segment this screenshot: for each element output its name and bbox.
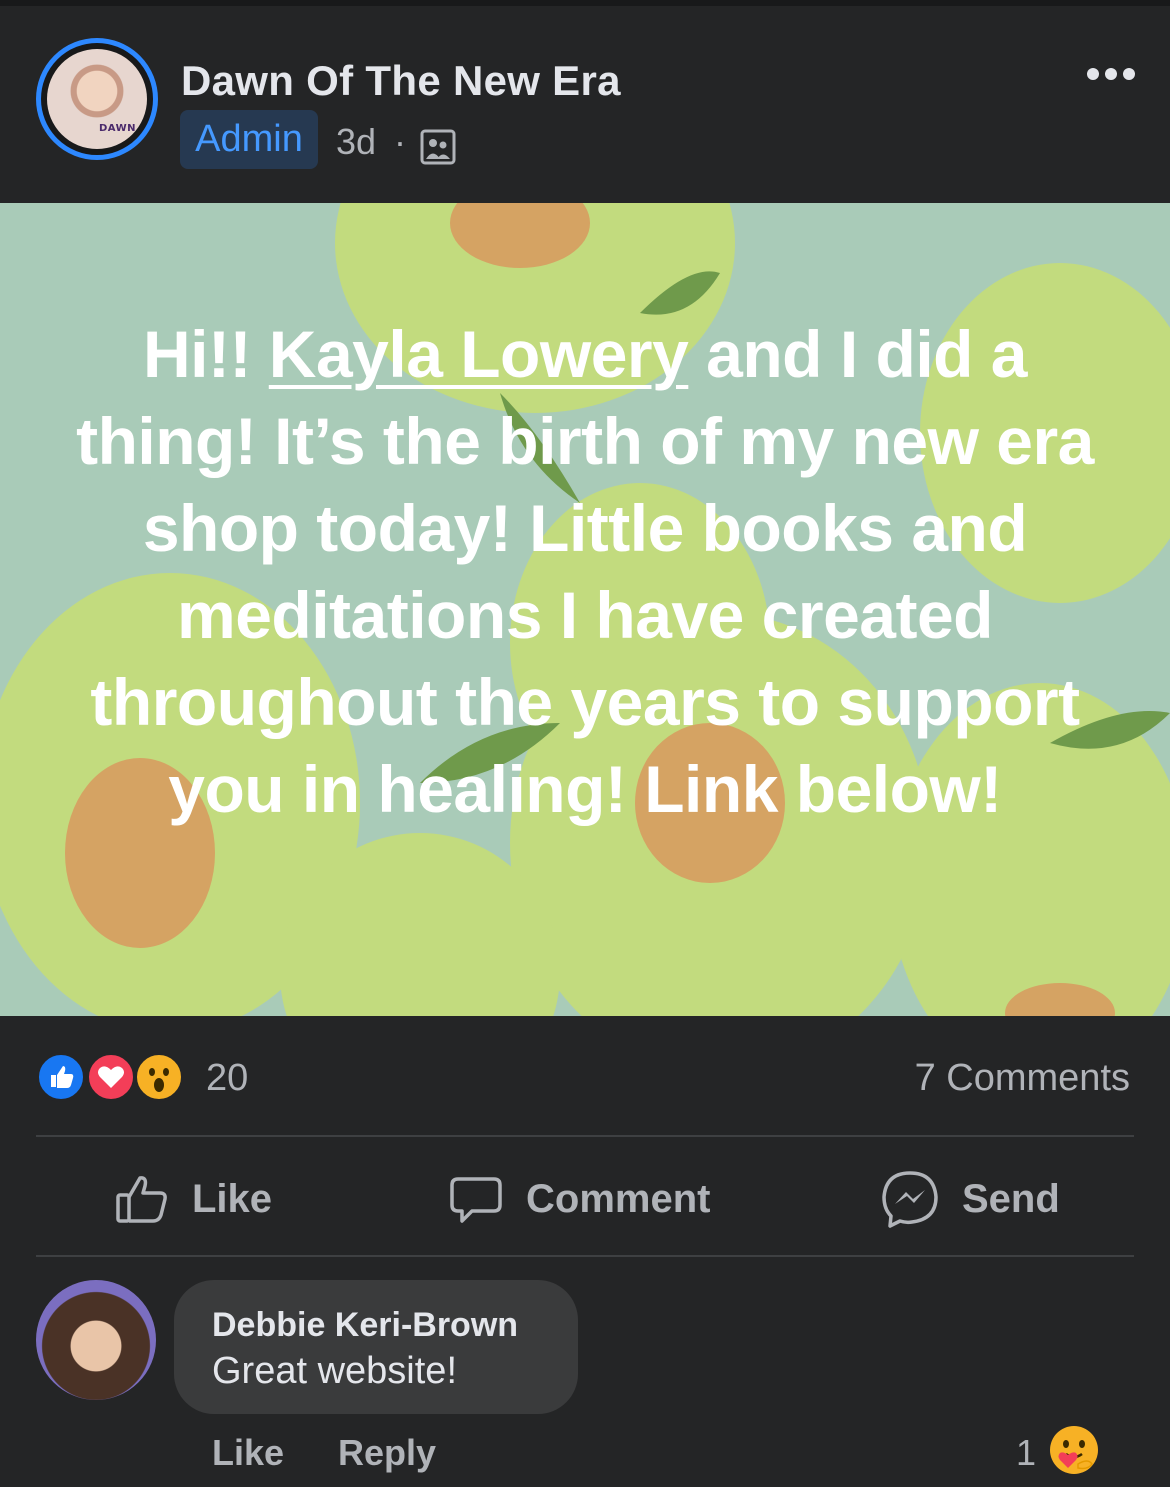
comment-like-button[interactable]: Like: [212, 1432, 284, 1474]
comment-reaction-count[interactable]: 1: [1016, 1432, 1036, 1474]
avatar-image: [47, 49, 147, 149]
admin-badge: Admin: [180, 110, 318, 169]
comment-text: Great website!: [212, 1350, 457, 1392]
group-avatar[interactable]: DAWN: [36, 38, 158, 160]
comment-bubble-icon: [450, 1177, 502, 1223]
reaction-count[interactable]: 20: [206, 1057, 248, 1100]
post-text: Hi!! Kayla Lowery and I did a thing! It’…: [60, 311, 1110, 833]
meta-separator: ·: [394, 121, 406, 162]
care-reaction-icon: [1050, 1426, 1098, 1474]
reaction-icons[interactable]: [36, 1052, 186, 1104]
thumbs-up-icon: [116, 1176, 167, 1223]
send-label: Send: [962, 1176, 1060, 1221]
group-members-icon: [420, 129, 456, 165]
avatar-logo-text: DAWN: [99, 123, 136, 134]
group-name[interactable]: Dawn Of The New Era: [181, 57, 621, 105]
comment-author[interactable]: Debbie Keri-Brown: [212, 1306, 518, 1345]
post-text-intro: Hi!!: [142, 317, 269, 391]
comment-reply-button[interactable]: Reply: [338, 1432, 436, 1474]
post-text-body: and I did a thing! It’s the birth of my …: [76, 317, 1094, 826]
divider: [36, 1255, 1134, 1257]
post-timestamp[interactable]: 3d: [336, 121, 376, 163]
love-reaction-icon: [86, 1052, 136, 1102]
like-button[interactable]: Like: [114, 1164, 272, 1234]
post-background[interactable]: Hi!! Kayla Lowery and I did a thing! It’…: [0, 203, 1170, 1016]
more-options-icon[interactable]: [1086, 64, 1136, 84]
commenter-avatar[interactable]: [36, 1280, 156, 1400]
send-button[interactable]: Send: [880, 1164, 1060, 1234]
like-label: Like: [192, 1176, 273, 1221]
mention-link[interactable]: Kayla Lowery: [269, 317, 689, 391]
like-reaction-icon: [36, 1052, 86, 1102]
comment-button[interactable]: Comment: [448, 1164, 710, 1234]
comment-bubble: [174, 1280, 578, 1414]
comments-count[interactable]: 7 Comments: [915, 1057, 1130, 1100]
wow-reaction-icon: [134, 1052, 184, 1102]
divider: [36, 1135, 1134, 1137]
messenger-icon: [882, 1171, 938, 1228]
comment-label: Comment: [526, 1176, 711, 1221]
